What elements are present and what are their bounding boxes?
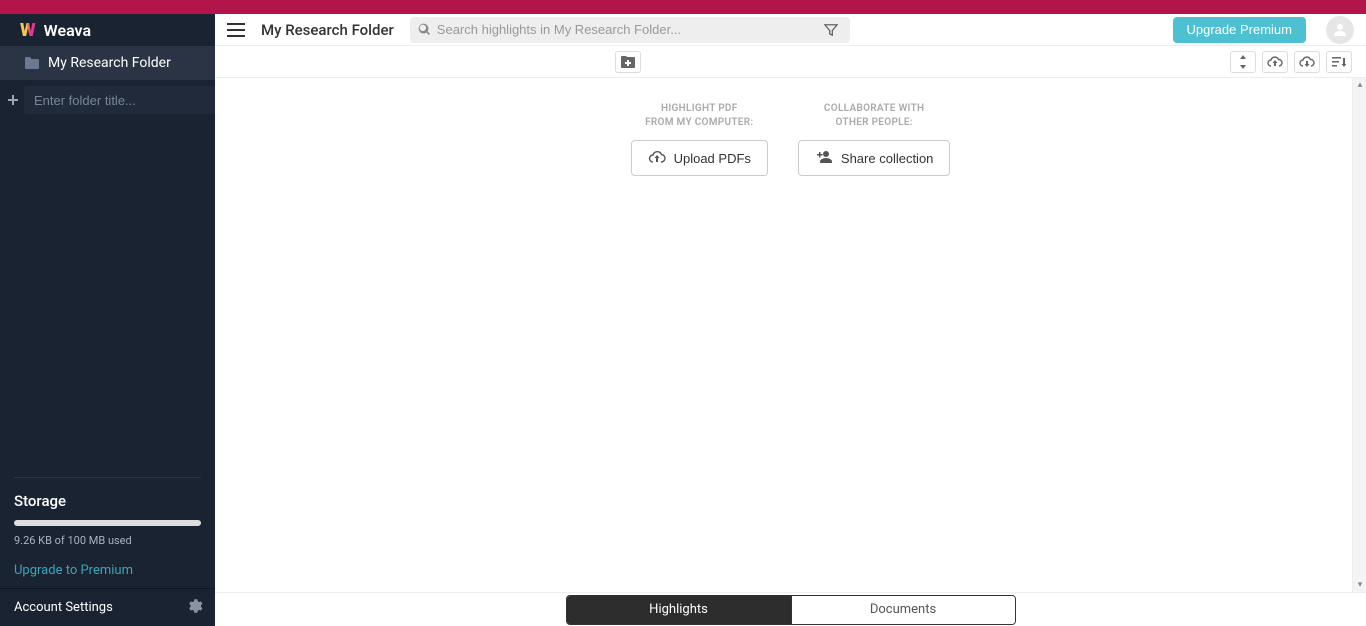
storage-title: Storage	[14, 492, 201, 510]
toolbar	[215, 46, 1366, 78]
folder-icon	[24, 56, 40, 70]
brand-name: Weava	[44, 21, 91, 40]
hamburger-icon[interactable]	[227, 23, 245, 37]
upload-pdf-caption: HIGHLIGHT PDF FROM MY COMPUTER:	[645, 102, 753, 130]
share-collection-label: Share collection	[841, 151, 934, 166]
new-folder-input[interactable]	[24, 86, 215, 114]
avatar[interactable]	[1326, 16, 1354, 44]
main-area: My Research Folder Upgrade Premium	[215, 14, 1366, 626]
cloud-download-button[interactable]	[1294, 51, 1320, 73]
content-area: HIGHLIGHT PDF FROM MY COMPUTER: Upload P…	[215, 78, 1366, 592]
account-settings-row[interactable]: Account Settings	[0, 588, 215, 626]
account-settings-label: Account Settings	[14, 600, 113, 615]
sidebar: W Weava My Research Folder Storage 9.26 …	[0, 14, 215, 626]
share-collection-caption: COLLABORATE WITH OTHER PEOPLE:	[824, 102, 925, 130]
person-add-icon	[815, 150, 833, 167]
empty-state-actions: HIGHLIGHT PDF FROM MY COMPUTER: Upload P…	[631, 102, 951, 176]
scroll-down-arrow[interactable]: ▾	[1353, 578, 1366, 592]
logo-icon: W	[20, 20, 36, 41]
top-accent-bar	[0, 0, 1366, 14]
search-box	[410, 17, 850, 43]
storage-used-text: 9.26 KB of 100 MB used	[14, 534, 201, 547]
search-icon	[418, 23, 431, 36]
storage-bar	[14, 520, 201, 526]
search-input[interactable]	[437, 22, 814, 37]
upload-pdf-button[interactable]: Upload PDFs	[631, 140, 768, 176]
gear-icon[interactable]	[185, 597, 203, 619]
sort-button[interactable]	[1326, 51, 1352, 73]
plus-icon[interactable]	[8, 94, 18, 106]
upload-pdf-label: Upload PDFs	[674, 151, 751, 166]
page-title: My Research Folder	[257, 21, 398, 39]
share-collection-button[interactable]: Share collection	[798, 140, 951, 176]
cloud-upload-button[interactable]	[1262, 51, 1288, 73]
brand-logo[interactable]: W Weava	[0, 14, 215, 46]
folder-item[interactable]: My Research Folder	[0, 46, 215, 80]
storage-section: Storage 9.26 KB of 100 MB used Upgrade t…	[0, 478, 215, 588]
cloud-upload-icon	[648, 150, 666, 167]
new-folder-row	[0, 82, 215, 118]
expand-collapse-button[interactable]	[1230, 51, 1256, 73]
tab-highlights[interactable]: Highlights	[567, 596, 791, 624]
scrollbar[interactable]: ▴ ▾	[1352, 78, 1366, 592]
add-folder-button[interactable]	[615, 51, 641, 73]
folder-list: My Research Folder	[0, 46, 215, 477]
folder-label: My Research Folder	[48, 55, 171, 71]
scroll-up-arrow[interactable]: ▴	[1353, 78, 1366, 92]
upgrade-premium-button[interactable]: Upgrade Premium	[1173, 17, 1307, 43]
tab-bar: Highlights Documents	[215, 592, 1366, 626]
tab-documents[interactable]: Documents	[791, 596, 1015, 624]
filter-icon[interactable]	[820, 23, 842, 37]
upgrade-premium-link[interactable]: Upgrade to Premium	[14, 563, 133, 578]
header-bar: My Research Folder Upgrade Premium	[215, 14, 1366, 46]
